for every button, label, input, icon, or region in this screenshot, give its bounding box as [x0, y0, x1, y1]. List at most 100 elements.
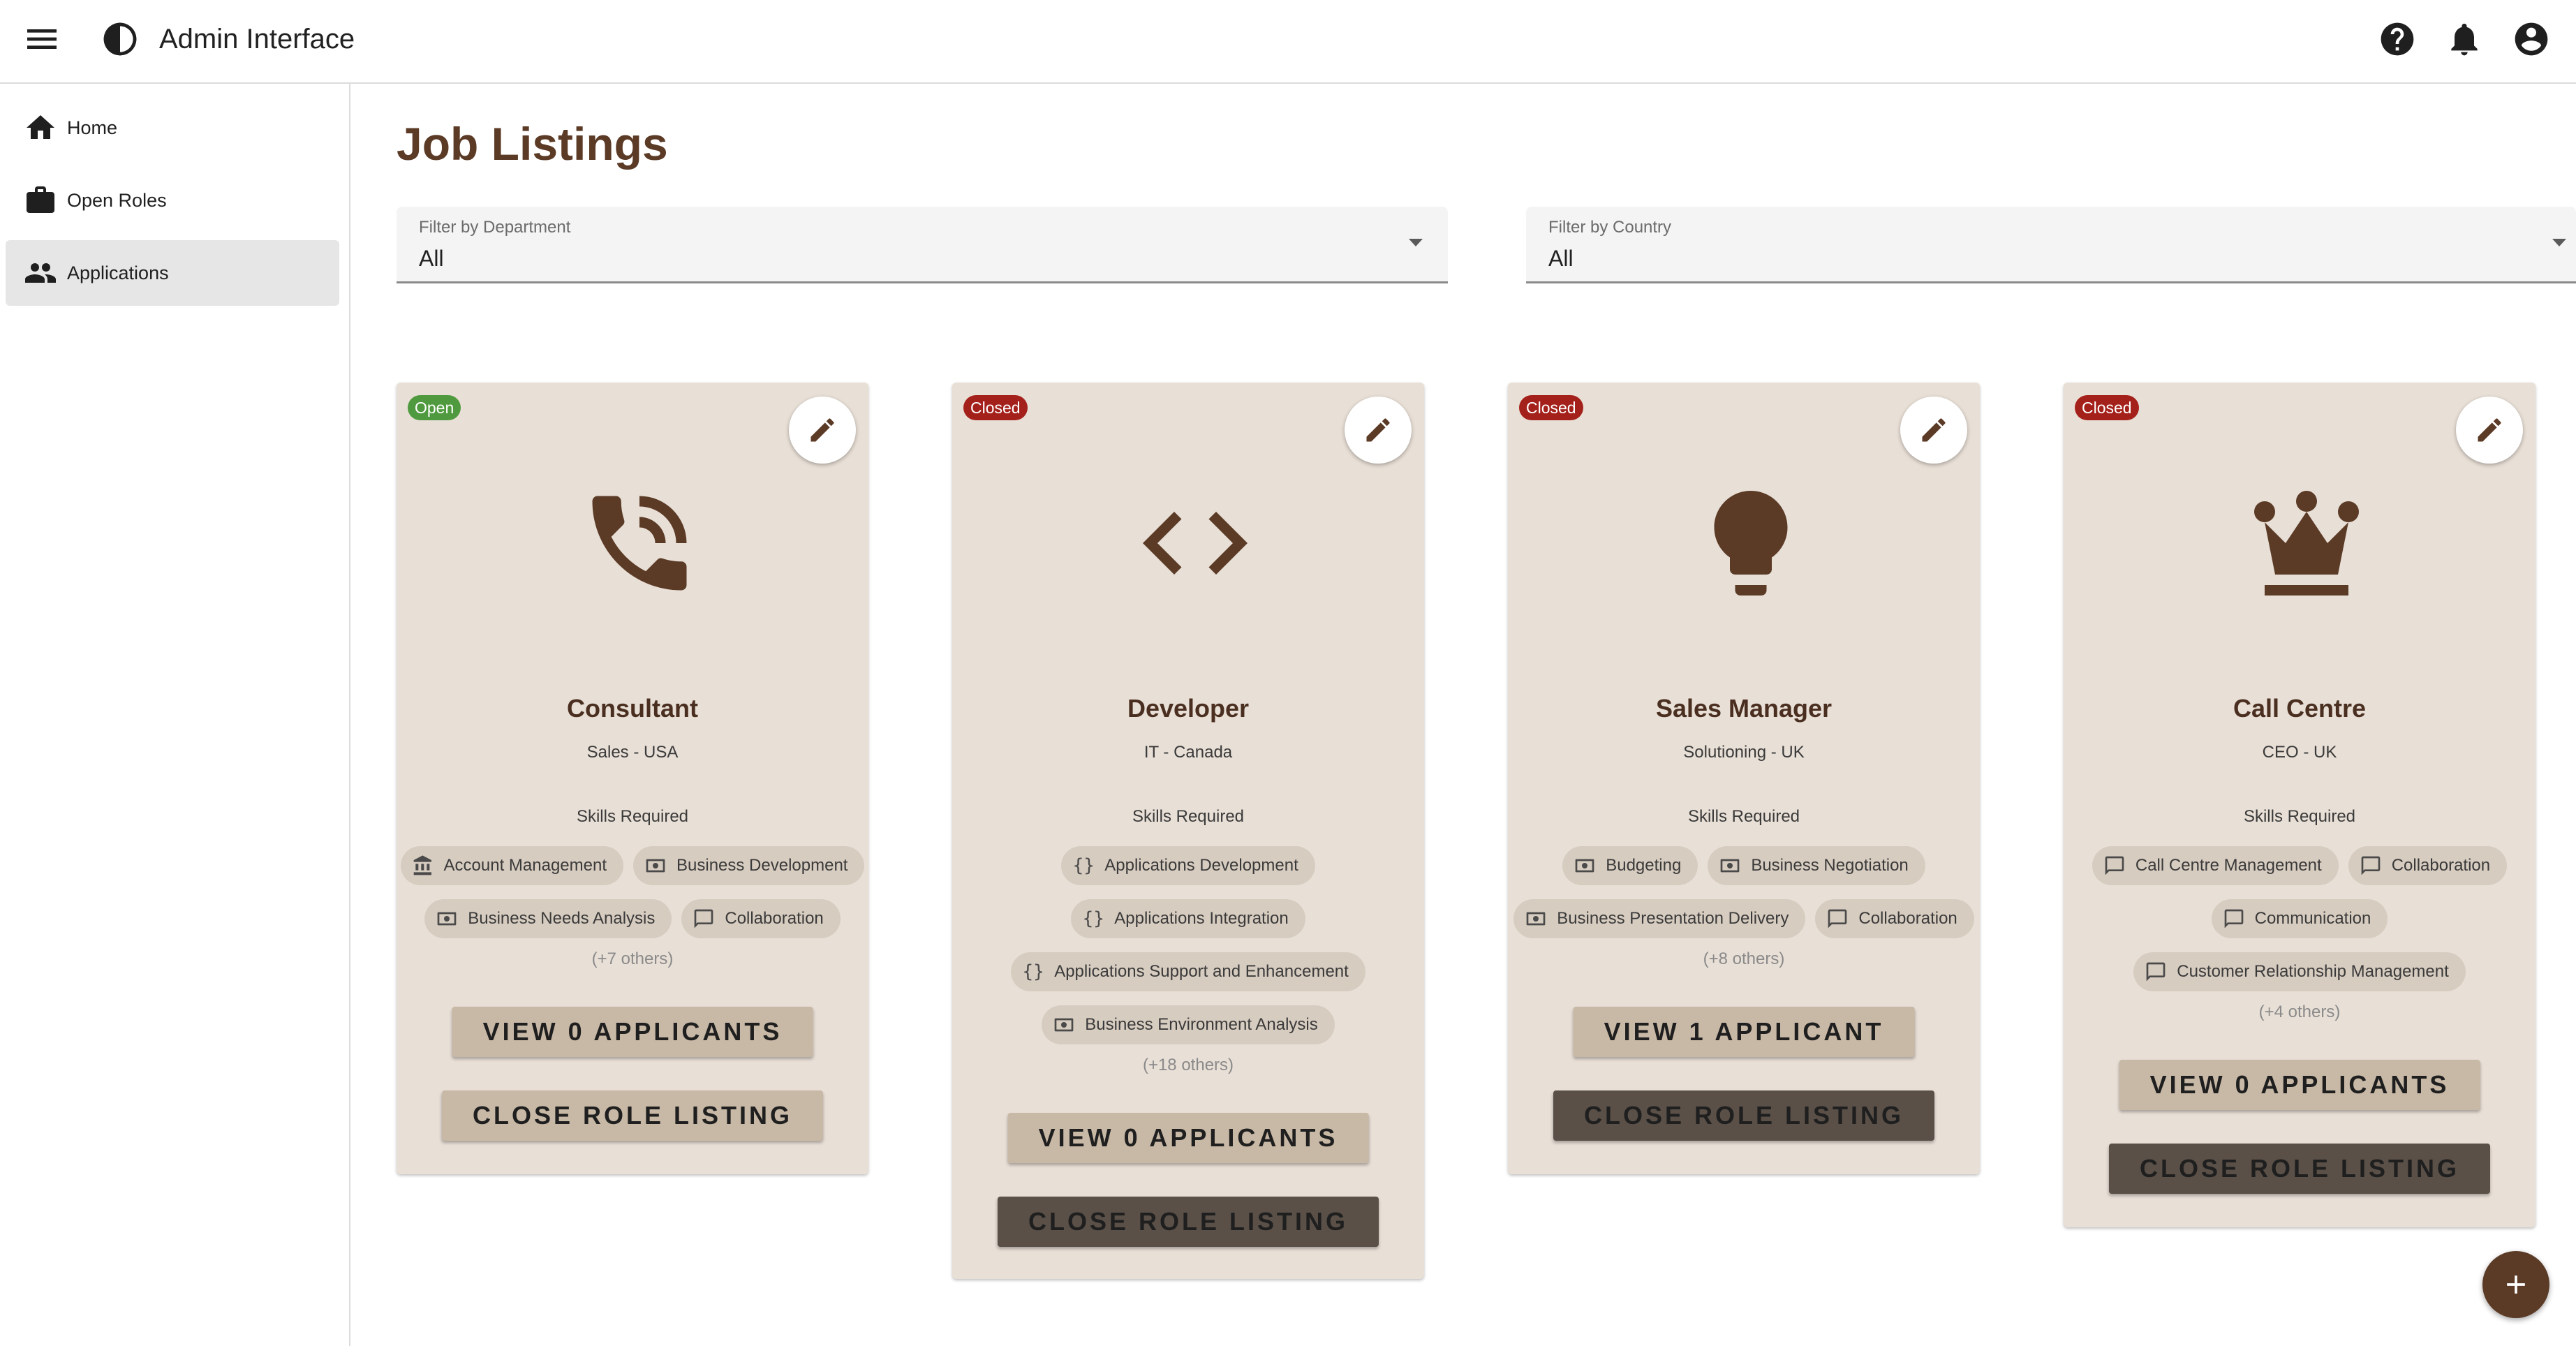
- country-filter-select[interactable]: Filter by Country All: [1526, 207, 2576, 283]
- chat-icon: [1826, 908, 1849, 930]
- skill-chip: {} Applications Support and Enhancement: [1011, 952, 1365, 991]
- close-role-listing-button[interactable]: CLOSE ROLE LISTING: [2108, 1144, 2491, 1194]
- skill-chip-label: Account Management: [443, 856, 607, 875]
- skill-chip-label: Business Negotiation: [1751, 856, 1909, 875]
- role-title: Consultant: [567, 694, 698, 723]
- skill-chip-label: Business Needs Analysis: [468, 909, 656, 928]
- view-applicants-button[interactable]: VIEW 0 APPLICANTS: [2119, 1060, 2480, 1110]
- chat-icon: [2145, 961, 2167, 983]
- other-skills-count: (+4 others): [2258, 1003, 2341, 1021]
- skill-chip-label: Business Development: [676, 856, 848, 875]
- sidebar-item-label: Open Roles: [67, 190, 167, 211]
- edit-button[interactable]: [1345, 397, 1412, 464]
- skill-chip-label: Applications Support and Enhancement: [1054, 962, 1349, 981]
- skill-chip: Communication: [2211, 899, 2388, 938]
- other-skills-count: (+7 others): [591, 949, 674, 968]
- department-filter-select[interactable]: Filter by Department All: [397, 207, 1448, 283]
- edit-button[interactable]: [2456, 397, 2523, 464]
- skill-chip: {} Applications Integration: [1071, 899, 1305, 938]
- page-title: Job Listings: [397, 118, 668, 170]
- skill-chip-label: Business Presentation Delivery: [1557, 909, 1789, 928]
- sidebar: Home Open Roles Applications: [0, 84, 350, 1346]
- skill-chip: Business Needs Analysis: [424, 899, 672, 938]
- curly-braces-icon: {}: [1022, 961, 1044, 982]
- plus-icon: [2501, 1269, 2531, 1300]
- pencil-icon: [2474, 415, 2505, 445]
- home-icon: [24, 111, 57, 145]
- skill-chip-label: Collaboration: [2391, 856, 2491, 875]
- money-icon: [1525, 908, 1547, 930]
- close-role-listing-button[interactable]: CLOSE ROLE LISTING: [1553, 1090, 1935, 1141]
- sidebar-item-home[interactable]: Home: [6, 95, 339, 161]
- phone-icon: [577, 480, 702, 606]
- help-icon[interactable]: [2378, 20, 2417, 59]
- close-role-listing-button[interactable]: CLOSE ROLE LISTING: [997, 1197, 1379, 1247]
- role-department-country: Sales - USA: [586, 743, 679, 762]
- pencil-icon: [1363, 415, 1393, 445]
- bank-icon: [412, 855, 434, 877]
- theme-toggle-icon[interactable]: [101, 20, 140, 59]
- skill-chip-label: Collaboration: [1858, 909, 1957, 928]
- money-icon: [1053, 1014, 1075, 1036]
- job-card-call-centre: Closed Call Centre CEO - UK Skills Requi…: [2064, 383, 2536, 1227]
- edit-button[interactable]: [1900, 397, 1967, 464]
- skill-chip: {} Applications Development: [1061, 846, 1315, 885]
- skill-chip-label: Business Environment Analysis: [1085, 1015, 1318, 1034]
- account-icon[interactable]: [2512, 20, 2551, 59]
- view-applicants-button[interactable]: VIEW 1 APPLICANT: [1573, 1007, 1915, 1057]
- country-filter-value: All: [1548, 246, 1574, 271]
- skill-chip-label: Communication: [2254, 909, 2371, 928]
- skill-chip-label: Applications Integration: [1114, 909, 1289, 928]
- skill-chip-label: Budgeting: [1606, 856, 1682, 875]
- other-skills-count: (+8 others): [1703, 949, 1785, 968]
- skills-heading: Skills Required: [576, 807, 689, 826]
- skill-chip: Collaboration: [1815, 899, 1974, 938]
- skill-chip: Call Centre Management: [2092, 846, 2339, 885]
- job-card-sales-manager: Closed Sales Manager Solutioning - UK Sk…: [1508, 383, 1980, 1174]
- money-icon: [436, 908, 458, 930]
- role-title: Developer: [1127, 694, 1250, 723]
- dropdown-arrow-icon: [2552, 239, 2566, 246]
- top-app-bar: Admin Interface: [0, 0, 2576, 84]
- notifications-bell-icon[interactable]: [2445, 20, 2484, 59]
- skill-chip: Business Development: [633, 846, 865, 885]
- department-filter-label: Filter by Department: [419, 218, 571, 237]
- job-card-consultant: Open Consultant Sales - USA Skills Requi…: [397, 383, 868, 1174]
- money-icon: [1719, 855, 1741, 877]
- sidebar-item-label: Home: [67, 117, 118, 138]
- role-department-country: Solutioning - UK: [1683, 743, 1805, 762]
- skill-chip-label: Applications Development: [1104, 856, 1298, 875]
- skill-chip: Business Presentation Delivery: [1513, 899, 1806, 938]
- close-role-listing-button[interactable]: CLOSE ROLE LISTING: [441, 1090, 824, 1141]
- menu-icon[interactable]: [22, 20, 61, 59]
- sidebar-item-open-roles[interactable]: Open Roles: [6, 168, 339, 233]
- pencil-icon: [807, 415, 838, 445]
- skill-chip: Collaboration: [2348, 846, 2508, 885]
- status-badge: Open: [408, 395, 461, 420]
- skill-chip: Budgeting: [1562, 846, 1698, 885]
- sidebar-item-label: Applications: [67, 262, 169, 283]
- code-icon: [1132, 480, 1258, 606]
- crown-icon: [2244, 480, 2369, 606]
- other-skills-count: (+18 others): [1142, 1056, 1234, 1074]
- sidebar-item-applications[interactable]: Applications: [6, 240, 339, 306]
- skill-chip: Collaboration: [681, 899, 841, 938]
- skill-chip: Customer Relationship Management: [2133, 952, 2466, 991]
- curly-braces-icon: {}: [1082, 908, 1104, 929]
- status-badge: Closed: [1519, 395, 1583, 420]
- job-card-developer: Closed Developer IT - Canada Skills Requ…: [952, 383, 1424, 1279]
- skill-chip: Business Negotiation: [1708, 846, 1925, 885]
- add-listing-button[interactable]: [2482, 1251, 2549, 1318]
- lightbulb-icon: [1688, 480, 1814, 606]
- view-applicants-button[interactable]: VIEW 0 APPLICANTS: [1007, 1113, 1369, 1163]
- view-applicants-button[interactable]: VIEW 0 APPLICANTS: [452, 1007, 813, 1057]
- role-department-country: CEO - UK: [2262, 743, 2337, 762]
- edit-button[interactable]: [789, 397, 856, 464]
- chat-icon: [2103, 855, 2126, 877]
- dropdown-arrow-icon: [1409, 239, 1423, 246]
- skill-chip-label: Call Centre Management: [2135, 856, 2322, 875]
- skills-heading: Skills Required: [1132, 807, 1245, 826]
- country-filter-label: Filter by Country: [1548, 218, 1672, 237]
- skill-chip-label: Customer Relationship Management: [2177, 962, 2449, 981]
- money-icon: [1574, 855, 1596, 877]
